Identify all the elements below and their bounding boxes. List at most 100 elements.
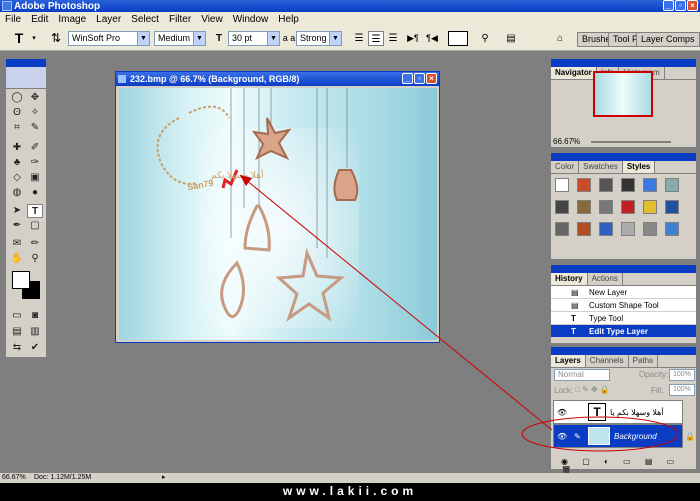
hand-tool-icon[interactable]: ✋ xyxy=(9,252,25,266)
minimize-button[interactable]: _ xyxy=(663,0,674,11)
slice-tool-icon[interactable]: ✎ xyxy=(27,121,43,135)
tab-swatches[interactable]: Swatches xyxy=(579,161,623,173)
status-arrow-icon[interactable]: ▸ xyxy=(162,473,166,483)
align-right-icon[interactable]: ☰ xyxy=(386,31,400,46)
rtl-direction-icon[interactable]: ¶◀ xyxy=(424,31,440,46)
style-swatch[interactable] xyxy=(577,222,591,236)
clone-stamp-icon[interactable]: ♣ xyxy=(9,156,25,170)
menu-window[interactable]: Window xyxy=(228,14,274,25)
blend-mode-select[interactable]: Normal xyxy=(554,369,610,381)
fill-field[interactable]: 100% xyxy=(669,384,695,396)
style-swatch[interactable] xyxy=(643,178,657,192)
style-swatch[interactable] xyxy=(665,178,679,192)
doc-minimize-button[interactable]: _ xyxy=(402,73,413,84)
align-left-icon[interactable]: ☰ xyxy=(352,31,366,46)
menu-help[interactable]: Help xyxy=(273,14,304,25)
style-swatch[interactable] xyxy=(599,200,613,214)
magic-wand-tool-icon[interactable]: ✧ xyxy=(27,106,43,120)
history-panel-header[interactable] xyxy=(551,265,696,273)
shape-tool-icon[interactable]: ▢ xyxy=(27,219,43,233)
screen-mode-icon[interactable]: ▤ xyxy=(9,325,25,339)
menu-filter[interactable]: Filter xyxy=(164,14,196,25)
layers-panel-header[interactable] xyxy=(551,347,696,355)
navigator-zoom-slider[interactable] xyxy=(591,141,671,143)
history-brush-icon[interactable]: ✑ xyxy=(27,156,43,170)
imageready-check-icon[interactable]: ✔ xyxy=(27,341,43,355)
menu-file[interactable]: File xyxy=(0,14,26,25)
style-swatch[interactable] xyxy=(555,222,569,236)
navigator-thumbnail[interactable] xyxy=(593,71,653,117)
style-swatch[interactable] xyxy=(555,200,569,214)
history-item-selected[interactable]: T Edit Type Layer xyxy=(551,325,696,338)
align-center-icon[interactable]: ☰ xyxy=(368,31,384,46)
style-swatch[interactable] xyxy=(577,200,591,214)
menu-select[interactable]: Select xyxy=(126,14,164,25)
adobe-online-logo-icon[interactable] xyxy=(6,67,46,89)
menu-layer[interactable]: Layer xyxy=(91,14,126,25)
chevron-down-icon[interactable]: ▾ xyxy=(30,31,38,46)
tab-channels[interactable]: Channels xyxy=(586,355,629,367)
dodge-tool-icon[interactable]: ● xyxy=(27,186,43,200)
style-swatch[interactable] xyxy=(599,222,613,236)
ltr-direction-icon[interactable]: ▶¶ xyxy=(406,31,420,46)
doc-close-button[interactable]: × xyxy=(426,73,437,84)
eye-icon[interactable]: 👁 xyxy=(557,432,567,441)
tab-paths[interactable]: Paths xyxy=(629,355,659,367)
style-swatch[interactable] xyxy=(643,200,657,214)
notes-tool-icon[interactable]: ✉ xyxy=(9,237,25,251)
menu-edit[interactable]: Edit xyxy=(26,14,53,25)
palettes-icon[interactable]: ▤ xyxy=(504,31,518,46)
crop-tool-icon[interactable]: ⌗ xyxy=(9,121,25,135)
font-family-select[interactable]: WinSoft Pro ▼ xyxy=(68,31,150,46)
layer-row-background[interactable]: 👁 ✎ Background xyxy=(553,424,683,448)
antialias-select[interactable]: Strong ▼ xyxy=(296,31,342,46)
tab-history[interactable]: History xyxy=(551,273,588,285)
quick-mask-icon[interactable]: ◙ xyxy=(27,309,43,323)
file-browser-icon[interactable]: ⌂ xyxy=(552,31,568,46)
status-zoom[interactable]: 66.67% xyxy=(2,473,26,483)
history-item[interactable]: ▤ New Layer xyxy=(551,286,696,299)
text-orientation-icon[interactable]: ⇅ xyxy=(48,31,64,46)
close-button[interactable]: × xyxy=(687,0,698,11)
style-none[interactable] xyxy=(555,178,569,192)
zoom-tool-icon[interactable]: ⚲ xyxy=(27,252,43,266)
style-swatch[interactable] xyxy=(643,222,657,236)
style-swatch[interactable] xyxy=(621,178,635,192)
type-tool-icon[interactable]: T xyxy=(27,204,43,218)
blur-tool-icon[interactable]: ◍ xyxy=(9,186,25,200)
styles-panel-header[interactable] xyxy=(551,153,696,161)
style-swatch[interactable] xyxy=(577,178,591,192)
eye-icon[interactable]: 👁 xyxy=(557,408,567,417)
history-item[interactable]: ▤ Custom Shape Tool xyxy=(551,299,696,312)
menu-image[interactable]: Image xyxy=(53,14,91,25)
foreground-color-swatch[interactable] xyxy=(12,271,30,289)
eyedropper-tool-icon[interactable]: ✏ xyxy=(27,237,43,251)
navigator-zoom[interactable]: 66.67% xyxy=(553,137,580,146)
maximize-button[interactable]: ▫ xyxy=(675,0,686,11)
tab-styles[interactable]: Styles xyxy=(622,161,656,173)
warp-text-icon[interactable]: ⚲ xyxy=(478,31,492,46)
lock-icons[interactable]: □ ✎ ✥ 🔒 xyxy=(575,385,610,394)
document-titlebar[interactable]: 232.bmp @ 66.7% (Background, RGB/8) _ ▫ … xyxy=(116,72,439,86)
text-color-swatch[interactable] xyxy=(448,31,468,46)
style-swatch[interactable] xyxy=(599,178,613,192)
style-swatch[interactable] xyxy=(665,222,679,236)
marquee-tool-icon[interactable]: ◯ xyxy=(9,91,25,105)
font-style-select[interactable]: Medium ▼ xyxy=(154,31,206,46)
image-canvas[interactable]: San79 أهلا وسهلا بكم xyxy=(119,88,437,340)
font-size-select[interactable]: 30 pt ▼ xyxy=(228,31,280,46)
toolbox-header[interactable] xyxy=(6,59,46,67)
style-swatch[interactable] xyxy=(621,222,635,236)
layer-row-text[interactable]: 👁 T أهلا وسهلا بكم يا xyxy=(553,400,683,424)
eraser-tool-icon[interactable]: ◇ xyxy=(9,171,25,185)
tab-color[interactable]: Color xyxy=(551,161,580,173)
move-tool-icon[interactable]: ✥ xyxy=(27,91,43,105)
menu-view[interactable]: View xyxy=(196,14,228,25)
standard-mode-icon[interactable]: ▭ xyxy=(9,309,25,323)
navigator-panel-header[interactable] xyxy=(551,59,696,67)
history-item[interactable]: T Type Tool xyxy=(551,312,696,325)
style-swatch[interactable] xyxy=(665,200,679,214)
path-selection-icon[interactable]: ➤ xyxy=(9,204,25,218)
tab-actions[interactable]: Actions xyxy=(588,273,623,285)
doc-maximize-button[interactable]: ▫ xyxy=(414,73,425,84)
